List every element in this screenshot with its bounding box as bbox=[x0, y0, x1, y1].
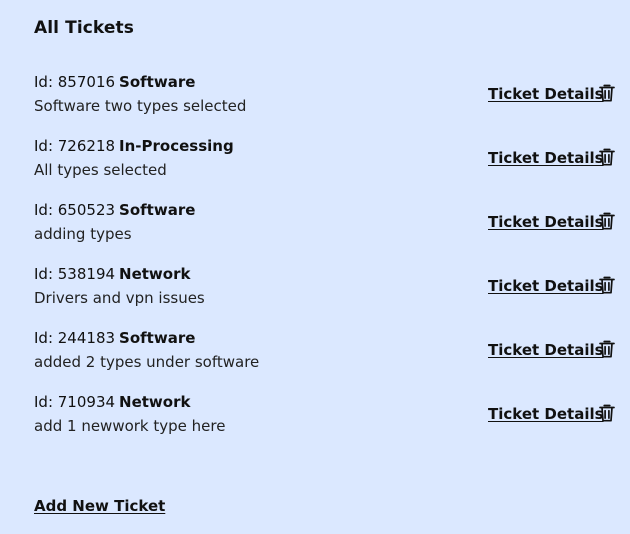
ticket-details-link[interactable]: Ticket Details bbox=[488, 149, 604, 167]
ticket-description: added 2 types under software bbox=[34, 353, 260, 371]
ticket-type: Software bbox=[119, 201, 196, 219]
ticket-heading: Id: 244183 Software bbox=[34, 328, 259, 348]
add-new-ticket-link[interactable]: Add New Ticket bbox=[34, 497, 165, 515]
trash-icon[interactable] bbox=[598, 211, 616, 231]
ticket-id: Id: 538194 bbox=[34, 265, 116, 283]
ticket-heading: Id: 726218 In-Processing bbox=[34, 136, 234, 156]
ticket-description: Drivers and vpn issues bbox=[34, 289, 205, 307]
ticket-summary: Id: 244183 Software added 2 types under s… bbox=[34, 328, 259, 372]
page-title: All Tickets bbox=[34, 18, 134, 38]
ticket-summary: Id: 710934 Network add 1 newwork type her… bbox=[34, 392, 225, 436]
ticket-details-link[interactable]: Ticket Details bbox=[488, 277, 604, 295]
tickets-page: All Tickets Id: 857016 Software Software … bbox=[0, 0, 630, 534]
ticket-summary: Id: 726218 In-Processing All types select… bbox=[34, 136, 234, 180]
ticket-id: Id: 244183 bbox=[34, 329, 116, 347]
ticket-item: Id: 538194 Network Drivers and vpn issues… bbox=[0, 264, 630, 320]
ticket-item: Id: 650523 Software adding types Ticket D… bbox=[0, 200, 630, 256]
ticket-id: Id: 857016 bbox=[34, 73, 116, 91]
ticket-heading: Id: 710934 Network bbox=[34, 392, 225, 412]
ticket-description: add 1 newwork type here bbox=[34, 417, 226, 435]
ticket-id: Id: 650523 bbox=[34, 201, 116, 219]
trash-icon[interactable] bbox=[598, 403, 616, 423]
ticket-details-link[interactable]: Ticket Details bbox=[488, 213, 604, 231]
ticket-heading: Id: 538194 Network bbox=[34, 264, 205, 284]
ticket-type: In-Processing bbox=[119, 137, 234, 155]
ticket-item: Id: 710934 Network add 1 newwork type her… bbox=[0, 392, 630, 448]
ticket-description: All types selected bbox=[34, 161, 167, 179]
ticket-type: Software bbox=[119, 329, 196, 347]
ticket-description: adding types bbox=[34, 225, 132, 243]
ticket-id: Id: 710934 bbox=[34, 393, 116, 411]
ticket-item: Id: 857016 Software Software two types se… bbox=[0, 72, 630, 128]
trash-icon[interactable] bbox=[598, 275, 616, 295]
ticket-type: Software bbox=[119, 73, 196, 91]
ticket-id: Id: 726218 bbox=[34, 137, 116, 155]
ticket-summary: Id: 857016 Software Software two types se… bbox=[34, 72, 246, 116]
ticket-heading: Id: 857016 Software bbox=[34, 72, 246, 92]
ticket-type: Network bbox=[119, 265, 191, 283]
ticket-summary: Id: 650523 Software adding types bbox=[34, 200, 195, 244]
ticket-item: Id: 244183 Software added 2 types under s… bbox=[0, 328, 630, 384]
trash-icon[interactable] bbox=[598, 147, 616, 167]
trash-icon[interactable] bbox=[598, 83, 616, 103]
ticket-description: Software two types selected bbox=[34, 97, 247, 115]
ticket-type: Network bbox=[119, 393, 191, 411]
ticket-item: Id: 726218 In-Processing All types select… bbox=[0, 136, 630, 192]
ticket-details-link[interactable]: Ticket Details bbox=[488, 85, 604, 103]
ticket-details-link[interactable]: Ticket Details bbox=[488, 405, 604, 423]
trash-icon[interactable] bbox=[598, 339, 616, 359]
ticket-details-link[interactable]: Ticket Details bbox=[488, 341, 604, 359]
ticket-summary: Id: 538194 Network Drivers and vpn issues bbox=[34, 264, 205, 308]
ticket-heading: Id: 650523 Software bbox=[34, 200, 195, 220]
